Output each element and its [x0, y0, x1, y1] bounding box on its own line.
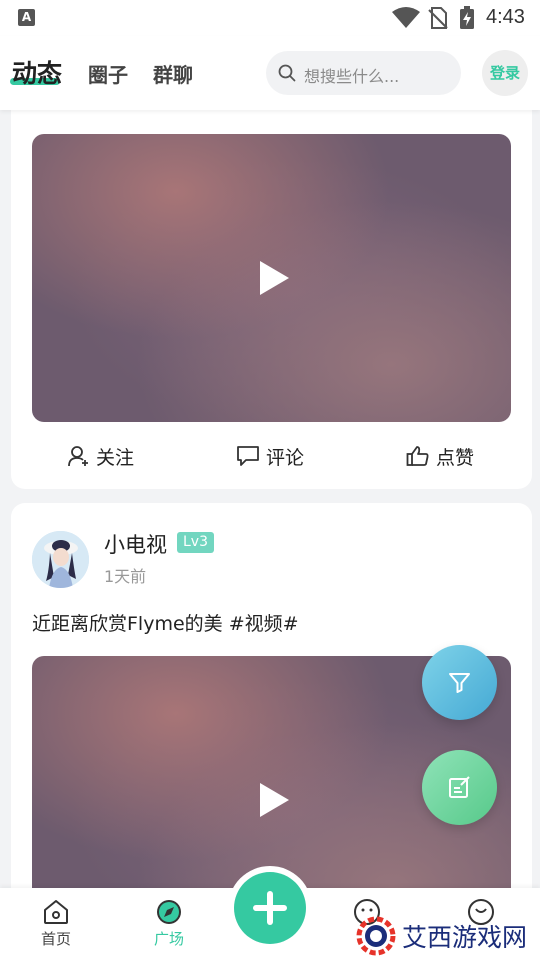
- edit-icon: [449, 776, 470, 798]
- thumbs-up-icon: [406, 446, 429, 466]
- avatar[interactable]: [32, 531, 89, 588]
- watermark-text: 艾西游戏网: [402, 923, 528, 952]
- comment-label: 评论: [266, 446, 305, 469]
- play-icon[interactable]: [259, 783, 289, 817]
- tab-group-chat[interactable]: 群聊: [153, 59, 193, 88]
- a-notification-icon: A: [18, 9, 35, 26]
- like-button[interactable]: 点赞: [406, 442, 474, 470]
- post-card: 关注 评论 点赞: [11, 80, 532, 489]
- play-icon[interactable]: [259, 261, 289, 295]
- nav-home[interactable]: 首页: [26, 898, 86, 949]
- nav-home-label: 首页: [40, 930, 71, 948]
- post-actions: 关注 评论 点赞: [11, 436, 532, 476]
- compass-icon: [157, 900, 181, 924]
- watermark: 艾西游戏网: [356, 916, 540, 956]
- nav-square[interactable]: 广场: [139, 898, 199, 949]
- follow-label: 关注: [96, 446, 135, 469]
- post-username[interactable]: 小电视: [104, 529, 167, 559]
- video-thumbnail[interactable]: [32, 134, 511, 422]
- filter-button[interactable]: [422, 645, 497, 720]
- home-icon: [44, 900, 68, 924]
- post-text[interactable]: 近距离欣赏Flyme的美 #视频#: [32, 609, 299, 636]
- post-time: 1天前: [104, 567, 147, 586]
- compose-button[interactable]: [422, 750, 497, 825]
- nav-square-label: 广场: [153, 930, 184, 948]
- wifi-icon: [392, 7, 420, 28]
- avatar-illustration: [32, 531, 89, 588]
- status-bar: A 4:43: [0, 0, 540, 36]
- search-icon: [278, 64, 296, 82]
- login-button[interactable]: 登录: [482, 50, 528, 96]
- comment-button[interactable]: 评论: [236, 442, 304, 470]
- level-badge: Lv3: [177, 532, 214, 553]
- tab-dynamic[interactable]: 动态: [12, 54, 62, 90]
- search-input[interactable]: 想搜些什么...: [266, 51, 461, 95]
- filter-icon: [449, 673, 470, 693]
- no-sim-icon: [428, 7, 448, 29]
- follow-button[interactable]: 关注: [68, 442, 134, 470]
- watermark-logo-icon: [356, 916, 396, 956]
- status-time: 4:43: [486, 6, 525, 28]
- search-placeholder: 想搜些什么...: [304, 67, 400, 86]
- plus-icon[interactable]: [234, 872, 306, 944]
- add-user-icon: [68, 446, 88, 467]
- top-header: 动态 圈子 群聊 想搜些什么... 登录: [0, 36, 540, 110]
- tab-circles[interactable]: 圈子: [88, 59, 128, 88]
- battery-charging-icon: [460, 6, 474, 29]
- like-label: 点赞: [436, 446, 475, 469]
- comment-icon: [237, 446, 259, 466]
